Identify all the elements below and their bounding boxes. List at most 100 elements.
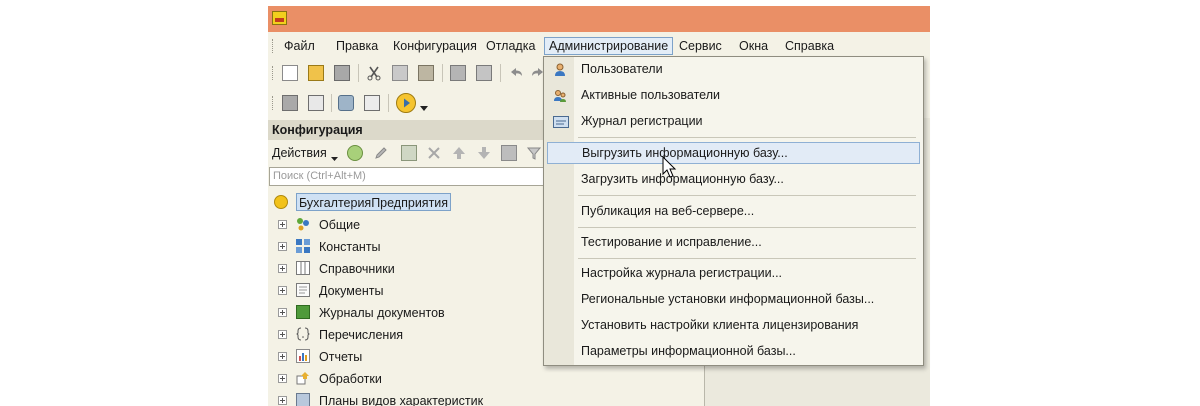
edit-icon[interactable]	[373, 145, 389, 161]
compare-icon[interactable]	[308, 95, 324, 111]
save-icon[interactable]	[334, 65, 350, 81]
tree-item-documents[interactable]: Документы	[268, 280, 548, 302]
document-journals-icon	[296, 305, 310, 319]
tree-item-label: Обработки	[319, 372, 382, 386]
toolbar-grip-icon	[272, 66, 275, 80]
print-preview-icon[interactable]	[476, 65, 492, 81]
tree-item-catalogs[interactable]: Справочники	[268, 258, 548, 280]
menu-item-label: Активные пользователи	[581, 88, 720, 102]
tree-root-row[interactable]: БухгалтерияПредприятия	[268, 192, 548, 214]
menu-debug[interactable]: Отладка	[482, 37, 539, 55]
expand-icon[interactable]	[278, 396, 287, 405]
menu-separator	[578, 258, 916, 259]
expand-icon[interactable]	[278, 352, 287, 361]
table-icon[interactable]	[364, 95, 380, 111]
menu-separator	[578, 227, 916, 228]
expand-icon[interactable]	[278, 308, 287, 317]
toolbar-separator	[358, 64, 359, 82]
open-folder-icon[interactable]	[308, 65, 324, 81]
chevron-down-icon[interactable]	[331, 151, 338, 165]
characteristic-types-icon	[296, 393, 310, 406]
menu-edit[interactable]: Правка	[332, 37, 382, 55]
filter-icon[interactable]	[526, 145, 542, 161]
start-debugging-icon[interactable]	[396, 93, 416, 113]
delete-icon[interactable]	[426, 145, 442, 161]
enumerations-icon	[296, 327, 310, 341]
copy-item-icon[interactable]	[401, 145, 417, 161]
users-icon	[553, 63, 567, 77]
toolbar-separator	[442, 64, 443, 82]
menu-item-label: Журнал регистрации	[581, 114, 703, 128]
tree-item-reports[interactable]: Отчеты	[268, 346, 548, 368]
active-users-icon	[553, 89, 567, 103]
menu-item-import-infobase[interactable]: Загрузить информационную базу...	[547, 169, 920, 191]
menu-item-export-infobase[interactable]: Выгрузить информационную базу...	[547, 142, 920, 164]
toolbar-separator	[500, 64, 501, 82]
properties-icon[interactable]	[501, 145, 517, 161]
menu-grip-icon	[272, 39, 275, 53]
new-file-icon[interactable]	[282, 65, 298, 81]
toolbar-grip-icon	[272, 96, 275, 110]
cut-icon[interactable]	[366, 65, 382, 81]
expand-icon[interactable]	[278, 286, 287, 295]
title-bar	[268, 6, 930, 32]
menu-item-users[interactable]: Пользователи	[547, 59, 920, 81]
common-icon	[296, 217, 310, 231]
database-icon[interactable]	[338, 95, 354, 111]
tree-root-label[interactable]: БухгалтерияПредприятия	[296, 193, 452, 211]
toolbar-separator	[388, 94, 389, 112]
tree-item-label: Отчеты	[319, 350, 363, 364]
menu-configuration[interactable]: Конфигурация	[389, 37, 481, 55]
expand-icon[interactable]	[278, 220, 287, 229]
menu-item-active-users[interactable]: Активные пользователи	[547, 85, 920, 107]
catalogs-icon	[296, 261, 310, 275]
toolbar-separator	[331, 94, 332, 112]
actions-menu-button[interactable]: Действия	[272, 145, 327, 161]
menu-item-event-log[interactable]: Журнал регистрации	[547, 111, 920, 133]
menu-item-label: Установить настройки клиента лицензирова…	[581, 318, 859, 332]
move-up-icon[interactable]	[451, 145, 467, 161]
menu-item-regional-settings[interactable]: Региональные установки информационной ба…	[547, 289, 920, 311]
tree-item-enumerations[interactable]: Перечисления	[268, 324, 548, 346]
tree-item-constants[interactable]: Константы	[268, 236, 548, 258]
menu-item-web-publishing[interactable]: Публикация на веб-сервере...	[547, 201, 920, 223]
menu-item-label: Загрузить информационную базу...	[581, 172, 784, 186]
add-icon[interactable]	[347, 145, 363, 161]
panel-actions-bar: Действия	[268, 142, 548, 164]
tree-item-common[interactable]: Общие	[268, 214, 548, 236]
configuration-panel-title: Конфигурация	[268, 120, 548, 140]
data-processors-icon	[296, 371, 310, 385]
copy-icon[interactable]	[392, 65, 408, 81]
paste-icon[interactable]	[418, 65, 434, 81]
tree-item-label: Перечисления	[319, 328, 404, 342]
expand-icon[interactable]	[278, 264, 287, 273]
menu-item-infobase-parameters[interactable]: Параметры информационной базы...	[547, 341, 920, 363]
tree-item-label: Журналы документов	[319, 306, 445, 320]
tree-item-data-processors[interactable]: Обработки	[268, 368, 548, 390]
event-log-icon	[553, 116, 569, 128]
move-down-icon[interactable]	[476, 145, 492, 161]
menu-help[interactable]: Справка	[781, 37, 838, 55]
menu-administration[interactable]: Администрирование	[544, 37, 674, 55]
menu-item-label: Выгрузить информационную базу...	[582, 146, 788, 160]
mouse-cursor-icon	[662, 155, 678, 180]
administration-dropdown-menu: Пользователи Активные пользователи Журна…	[543, 56, 924, 366]
print-icon[interactable]	[450, 65, 466, 81]
menu-service[interactable]: Сервис	[675, 37, 726, 55]
chevron-down-icon[interactable]	[420, 101, 428, 111]
search-input[interactable]: Поиск (Ctrl+Alt+M)	[269, 167, 547, 186]
tree-item-characteristic-types[interactable]: Планы видов характеристик	[268, 390, 548, 406]
tree-item-document-journals[interactable]: Журналы документов	[268, 302, 548, 324]
menu-windows[interactable]: Окна	[735, 37, 772, 55]
expand-icon[interactable]	[278, 374, 287, 383]
menu-item-licensing-client-settings[interactable]: Установить настройки клиента лицензирова…	[547, 315, 920, 337]
menu-item-testing-repair[interactable]: Тестирование и исправление...	[547, 232, 920, 254]
expand-icon[interactable]	[278, 242, 287, 251]
constants-icon	[296, 239, 310, 253]
menu-file[interactable]: Файл	[280, 37, 319, 55]
metadata-icon[interactable]	[282, 95, 298, 111]
undo-icon[interactable]	[508, 65, 524, 81]
expand-icon[interactable]	[278, 330, 287, 339]
menu-item-event-log-settings[interactable]: Настройка журнала регистрации...	[547, 263, 920, 285]
menu-item-label: Региональные установки информационной ба…	[581, 292, 875, 306]
